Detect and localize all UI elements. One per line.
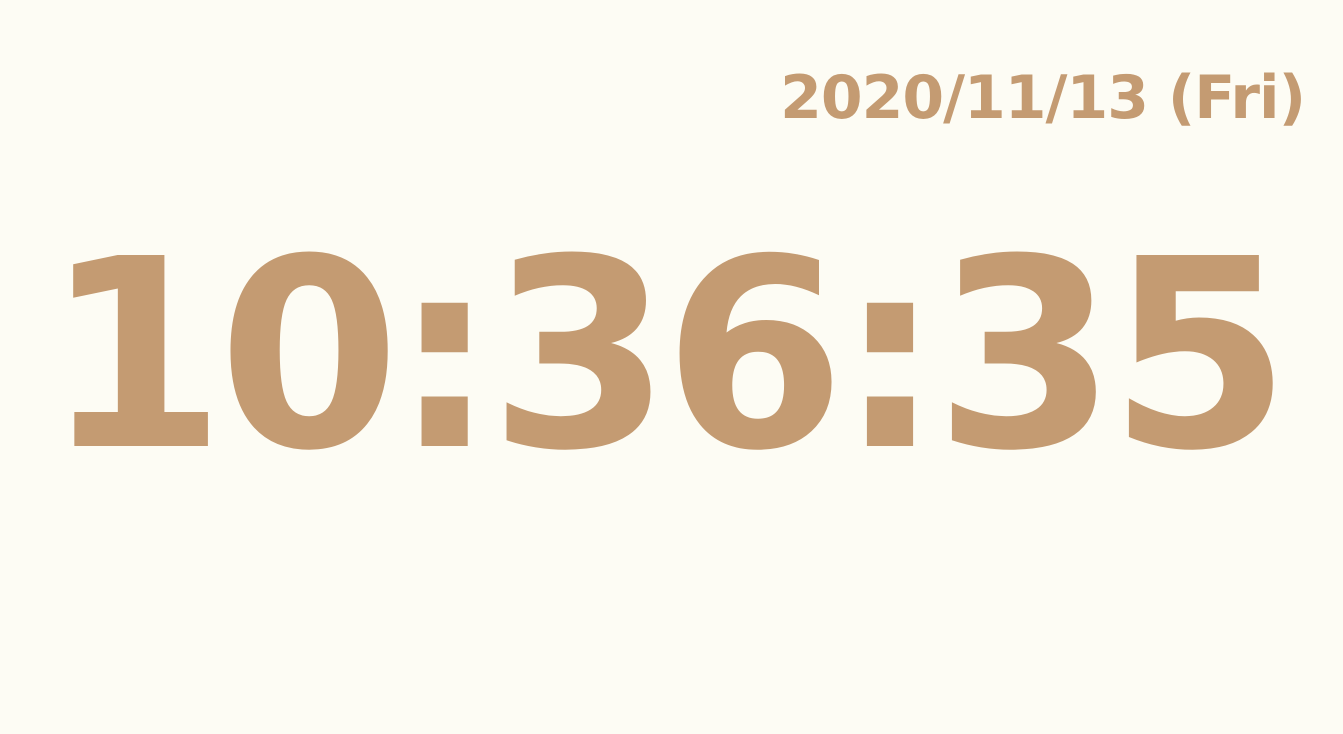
date-display: 2020/11/13 (Fri) — [780, 63, 1306, 133]
time-display: 10:36:35 — [43, 203, 1291, 508]
clock-screen: 2020/11/13 (Fri) 10:36:35 — [0, 0, 1343, 734]
